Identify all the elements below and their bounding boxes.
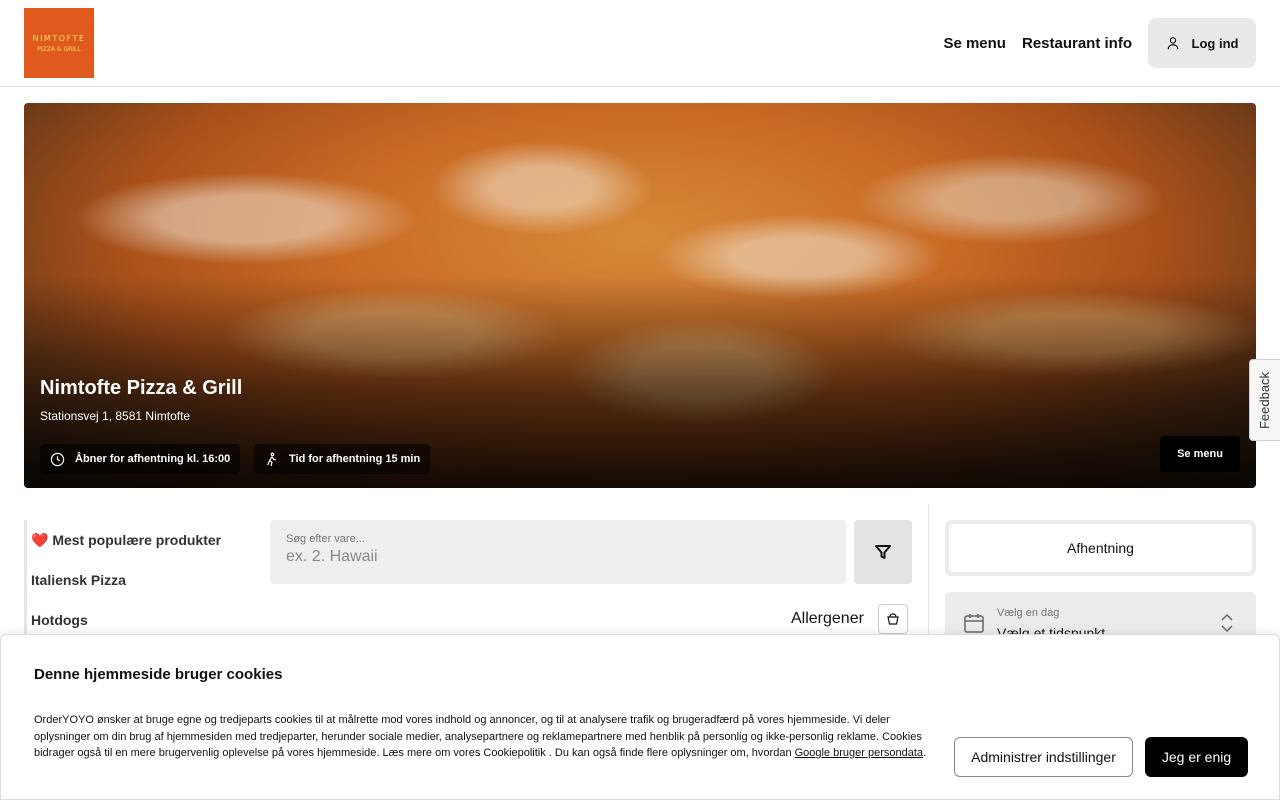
hero-overlay — [24, 103, 1256, 488]
restaurant-logo[interactable]: NIMTOFTE PIZZA & GRILL — [24, 8, 94, 78]
logo-line1: NIMTOFTE — [32, 33, 86, 43]
category-list: ❤️ Mest populære produkter Italiensk Piz… — [24, 520, 254, 640]
allergens-label: Allergener — [791, 610, 864, 627]
calendar-icon — [964, 614, 984, 633]
hero-menu-button[interactable]: Se menu — [1160, 436, 1240, 472]
login-button[interactable]: Log ind — [1148, 18, 1256, 68]
cookie-title: Denne hjemmeside bruger cookies — [34, 666, 283, 683]
allergens-button[interactable] — [878, 604, 908, 634]
google-data-link[interactable]: Google bruger persondata — [795, 747, 923, 759]
pickup-mode-button[interactable]: Afhentning — [949, 524, 1252, 572]
category-item-popular[interactable]: ❤️ Mest populære produkter — [27, 520, 254, 560]
search-label: Søg efter vare... — [286, 533, 365, 545]
clock-icon — [50, 452, 65, 466]
nav-restaurant-info-link[interactable]: Restaurant info — [1022, 35, 1132, 52]
chevron-up-down-icon — [1221, 613, 1233, 633]
user-icon — [1167, 37, 1178, 50]
column-divider — [928, 504, 929, 634]
pickup-time-text: Tid for afhentning 15 min — [289, 453, 421, 465]
filter-button[interactable] — [854, 520, 912, 584]
cookie-body: OrderYOYO ønsker at bruge egne og tredje… — [34, 714, 922, 760]
order-mode-selector: Afhentning — [945, 520, 1256, 576]
search-field[interactable]: Søg efter vare... — [270, 520, 846, 584]
walking-icon — [267, 452, 276, 466]
day-label: Vælg en dag — [997, 607, 1060, 619]
filter-icon — [875, 545, 891, 559]
manage-settings-button[interactable]: Administrer indstillinger — [954, 737, 1133, 777]
restaurant-address: Stationsvej 1, 8581 Nimtofte — [40, 409, 191, 423]
opening-hours-text: Åbner for afhentning kl. 16:00 — [75, 453, 231, 465]
restaurant-name: Nimtofte Pizza & Grill — [40, 377, 243, 399]
agree-button[interactable]: Jeg er enig — [1145, 737, 1248, 777]
site-header: NIMTOFTE PIZZA & GRILL Se menu Restauran… — [0, 0, 1280, 87]
pickup-time-badge: Tid for afhentning 15 min — [254, 444, 431, 474]
nav-menu-link[interactable]: Se menu — [943, 35, 1006, 52]
category-item-italian-pizza[interactable]: Italiensk Pizza — [27, 560, 254, 600]
allergen-icon — [887, 613, 899, 625]
cookie-banner: Denne hjemmeside bruger cookies OrderYOY… — [0, 634, 1280, 800]
logo-line2: PIZZA & GRILL — [37, 45, 81, 53]
feedback-tab[interactable]: Feedback — [1249, 359, 1280, 441]
search-input[interactable] — [286, 548, 830, 566]
cookie-end: . — [923, 747, 927, 760]
feedback-label: Feedback — [1257, 371, 1273, 429]
opening-hours-badge: Åbner for afhentning kl. 16:00 — [40, 444, 241, 474]
hero-banner: Nimtofte Pizza & Grill Stationsvej 1, 85… — [24, 103, 1256, 488]
main-nav: Se menu Restaurant info Log ind — [943, 18, 1256, 68]
cookie-text: OrderYOYO ønsker at bruge egne og tredje… — [34, 712, 929, 762]
login-label: Log ind — [1191, 35, 1239, 51]
